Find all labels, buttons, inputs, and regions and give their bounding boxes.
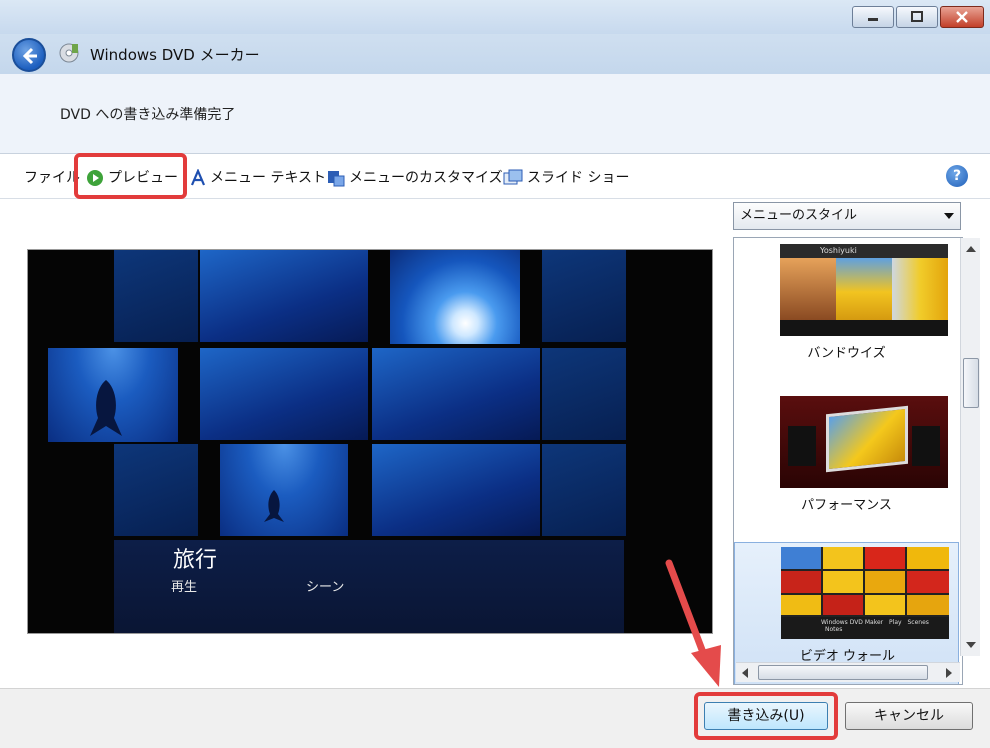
scroll-left-icon[interactable] (742, 668, 748, 678)
video-tile (372, 444, 540, 536)
video-tile (220, 444, 348, 536)
menu-style-dropdown[interactable]: メニューのスタイル (733, 202, 961, 230)
menu-file[interactable]: ファイル (24, 167, 80, 189)
style-list: Yoshiyuki バンドウイズ パフォーマンス Windows DVD Mak… (733, 237, 963, 685)
performance-thumbnail (780, 396, 948, 488)
horizontal-scrollbar[interactable] (736, 662, 960, 682)
video-tile (114, 250, 198, 342)
maximize-icon (911, 11, 923, 22)
vertical-scrollbar[interactable] (960, 238, 980, 656)
video-wall-thumbnail: Windows DVD Maker Play Scenes Notes (781, 547, 949, 639)
menu-play: 再生 (171, 580, 198, 595)
customize-menu-button[interactable]: メニューのカスタマイズ (327, 167, 503, 189)
scroll-right-icon[interactable] (946, 668, 952, 678)
close-icon (956, 11, 968, 23)
slideshow-button[interactable]: スライド ショー (503, 167, 629, 189)
dvd-maker-icon (59, 43, 79, 63)
menu-scenes: シーン (306, 580, 345, 595)
minimize-button[interactable] (852, 6, 894, 28)
style-label: パフォーマンス (801, 498, 892, 513)
footer (0, 688, 990, 748)
scroll-thumb[interactable] (758, 665, 928, 680)
close-button[interactable] (940, 6, 984, 28)
customize-menu-label: メニューのカスタマイズ (349, 170, 503, 186)
minimize-icon (868, 18, 878, 21)
style-item-performance[interactable]: パフォーマンス (734, 390, 959, 540)
chevron-down-icon (944, 213, 954, 219)
swimmer-icon (264, 490, 284, 522)
video-tile (372, 348, 540, 440)
title-bar (0, 0, 990, 34)
window-title: Windows DVD メーカー (90, 46, 260, 64)
video-tile (542, 348, 626, 440)
preview-label: プレビュー (108, 170, 178, 186)
scroll-thumb[interactable] (963, 358, 979, 408)
back-button[interactable] (12, 38, 46, 72)
maximize-button[interactable] (896, 6, 938, 28)
thumb-caption: Yoshiyuki (780, 244, 948, 258)
customize-icon (328, 171, 345, 187)
menu-preview: 旅行 再生 シーン (27, 249, 713, 634)
burn-button[interactable]: 書き込み(U) (704, 702, 828, 730)
style-item-bandwide[interactable]: Yoshiyuki バンドウイズ (734, 238, 959, 388)
menu-style-value: メニューのスタイル (740, 208, 858, 223)
menu-title: 旅行 (173, 548, 218, 573)
play-icon (87, 170, 103, 186)
video-tile (542, 444, 626, 536)
thumb-caption: Notes (825, 626, 843, 633)
video-tile (48, 348, 178, 442)
slideshow-icon (503, 169, 523, 185)
status-text: DVD への書き込み準備完了 (60, 107, 236, 123)
thumb-caption: Play (889, 619, 902, 626)
back-arrow-icon (22, 47, 37, 65)
preview-button[interactable]: プレビュー (86, 167, 178, 189)
video-tile (542, 250, 626, 342)
thumb-caption: Windows DVD Maker (821, 619, 884, 626)
help-icon[interactable]: ? (946, 165, 968, 187)
thumb-caption: Scenes (907, 619, 929, 626)
text-a-icon (190, 169, 206, 186)
slideshow-label: スライド ショー (527, 170, 630, 186)
video-tile (390, 250, 520, 344)
menu-text-label: メニュー テキスト (210, 170, 327, 186)
cancel-button[interactable]: キャンセル (845, 702, 973, 730)
whale-icon (90, 380, 122, 436)
scroll-down-icon[interactable] (966, 642, 976, 648)
video-tile (200, 250, 368, 342)
annotation-arrow-icon (665, 559, 721, 687)
menu-text-button[interactable]: メニュー テキスト (190, 167, 326, 189)
band-wide-thumbnail: Yoshiyuki (780, 244, 948, 336)
video-tile (114, 444, 198, 536)
scroll-up-icon[interactable] (966, 246, 976, 252)
video-tile (200, 348, 368, 440)
style-label: バンドウイズ (807, 346, 886, 361)
